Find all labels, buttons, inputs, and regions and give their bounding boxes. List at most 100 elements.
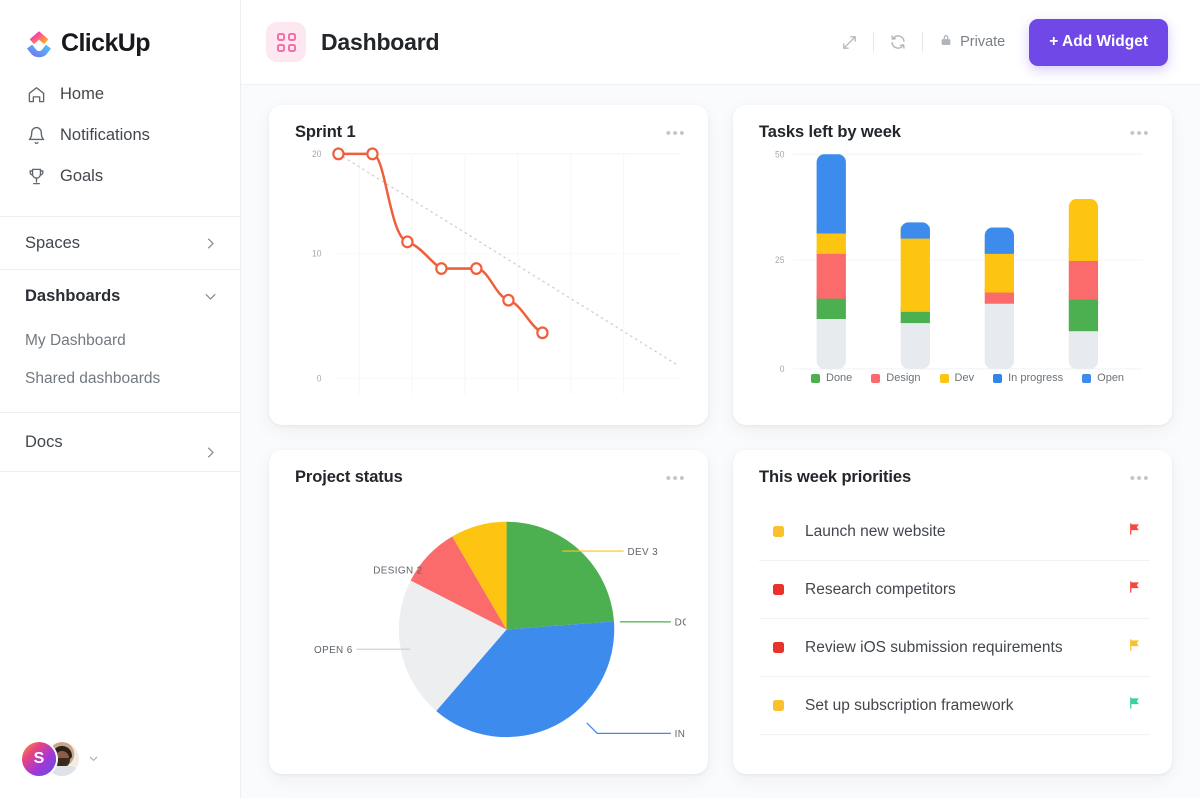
y-tick-20: 20 [312,149,322,159]
leader-in-progress [587,723,671,733]
sidebar: ClickUp Home Notifications [0,0,241,798]
project-status-pie-chart: DEV 3 DONE 5 IN PROGRESS 5 DESIGN 2 OPEN… [295,487,686,753]
sidebar-item-shared-dashboards[interactable]: Shared dashboards [0,360,240,398]
home-icon [25,84,47,106]
widget-title: Tasks left by week [759,123,901,142]
flag-icon[interactable] [1127,637,1142,658]
bar-week-1[interactable] [817,154,846,369]
y-tick-10: 10 [312,249,322,259]
y-tick-0: 0 [780,364,785,374]
list-item[interactable]: Launch new website [759,503,1150,561]
pie-label-design: DESIGN 2 [373,566,422,577]
tasks-bar-chart: 50 25 0 [759,142,1150,378]
app-root: ClickUp Home Notifications [0,0,1200,798]
chevron-right-icon[interactable] [203,445,218,460]
brand-logo[interactable]: ClickUp [0,0,240,62]
widget-this-week-priorities: This week priorities ••• Launch new webs… [733,450,1172,774]
data-points [333,149,547,339]
sidebar-subitem-label: My Dashboard [25,332,126,350]
priorities-list: Launch new website Research competitors [759,503,1150,735]
list-item[interactable]: Research competitors [759,561,1150,619]
y-tick-0: 0 [317,373,322,383]
sidebar-section-label: Dashboards [25,287,120,306]
sidebar-item-label: Home [60,85,104,104]
status-badge [773,700,784,711]
workspace-avatar[interactable]: S [22,742,56,776]
divider [873,32,874,52]
privacy-label: Private [960,34,1005,50]
task-label: Launch new website [805,523,945,541]
widget-title: Project status [295,468,403,487]
burndown-line [338,154,542,333]
flag-icon[interactable] [1127,521,1142,542]
pie-slice-done [507,522,614,630]
widget-menu-button[interactable]: ••• [1130,123,1150,141]
topbar-actions: Private + Add Widget [832,19,1168,66]
list-item[interactable]: Review iOS submission requirements [759,619,1150,677]
widget-tasks-left-by-week: Tasks left by week ••• 50 25 0 [733,105,1172,425]
bar-chart-svg: 50 25 0 [759,142,1150,378]
bell-icon [25,125,47,147]
topbar: Dashboard [241,0,1200,85]
sidebar-subitem-label: Shared dashboards [25,370,160,388]
lock-icon [939,33,953,52]
expand-arrows-icon[interactable] [832,25,866,59]
sidebar-item-home[interactable]: Home [0,74,240,115]
widget-title: Sprint 1 [295,123,356,142]
widget-menu-button[interactable]: ••• [666,123,686,141]
pie-label-done: DONE 5 [675,618,686,629]
status-badge [773,584,784,595]
add-widget-button[interactable]: + Add Widget [1029,19,1168,66]
widget-sprint-1: Sprint 1 ••• [269,105,708,425]
divider [922,32,923,52]
brand-name: ClickUp [61,29,150,58]
pie-label-open: OPEN 6 [314,645,353,656]
pie-slices [399,522,614,737]
sidebar-item-label: Goals [60,167,103,186]
status-badge [773,642,784,653]
sidebar-item-notifications[interactable]: Notifications [0,115,240,156]
bar-week-2[interactable] [901,222,930,368]
pie-label-dev: DEV 3 [627,547,658,558]
widget-title: This week priorities [759,468,911,487]
task-label: Review iOS submission requirements [805,639,1063,657]
list-item[interactable]: Set up subscription framework [759,677,1150,735]
sidebar-item-label: Notifications [60,126,150,145]
sidebar-item-my-dashboard[interactable]: My Dashboard [0,322,240,360]
divider [0,471,240,472]
line-chart-svg: 20 10 0 [295,142,686,404]
chevron-down-icon[interactable] [88,753,99,766]
bar-week-4[interactable] [1069,199,1098,369]
widget-menu-button[interactable]: ••• [666,468,686,486]
primary-nav: Home Notifications [0,74,240,197]
main-area: Dashboard [241,0,1200,798]
trophy-icon [25,166,47,188]
privacy-status[interactable]: Private [939,33,1005,52]
task-label: Research competitors [805,581,956,599]
dashboard-grid: Sprint 1 ••• [241,85,1200,798]
sidebar-section-label: Spaces [25,234,80,253]
pie-chart-svg: DEV 3 DONE 5 IN PROGRESS 5 DESIGN 2 OPEN… [295,487,686,753]
flag-icon[interactable] [1127,695,1142,716]
refresh-icon[interactable] [881,25,915,59]
sidebar-section-dashboards[interactable]: Dashboards [0,270,240,322]
y-tick-25: 25 [775,255,785,265]
widget-project-status: Project status ••• [269,450,708,774]
pie-label-in-progress: IN PROGRESS 5 [675,729,686,740]
task-label: Set up subscription framework [805,697,1013,715]
widget-menu-button[interactable]: ••• [1130,468,1150,486]
y-tick-50: 50 [775,149,785,159]
status-badge [773,526,784,537]
chevron-down-icon[interactable] [203,289,218,304]
sidebar-section-docs[interactable]: Docs [0,413,240,471]
sidebar-item-goals[interactable]: Goals [0,156,240,197]
chevron-right-icon[interactable] [203,236,218,251]
flag-icon[interactable] [1127,579,1142,600]
user-account-switcher[interactable]: S [22,742,99,776]
sidebar-section-spaces[interactable]: Spaces [0,217,240,269]
sidebar-section-label: Docs [25,433,218,452]
sprint-burndown-chart: 20 10 0 [295,142,686,404]
page-title: Dashboard [321,29,439,56]
grid-lines [331,154,680,394]
bar-week-3[interactable] [985,227,1014,368]
